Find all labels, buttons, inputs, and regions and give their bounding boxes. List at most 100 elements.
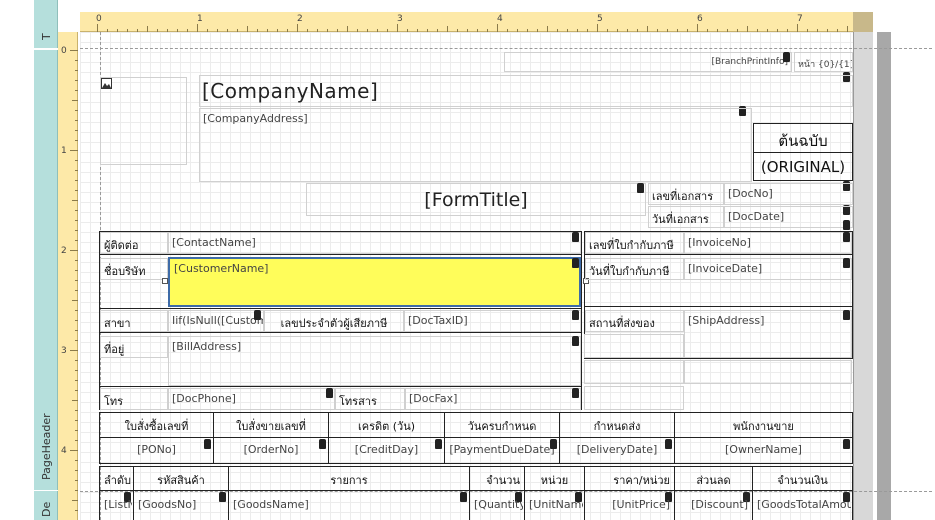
item-header-price[interactable]: ราคา/หน่วย — [585, 467, 674, 490]
invoice-date-field[interactable]: [InvoiceDate] — [684, 258, 852, 280]
smart-tag-icon[interactable] — [326, 388, 333, 398]
order-header-credit[interactable]: เครดิต (วัน) — [329, 413, 444, 437]
fax-label[interactable]: โทรสาร — [335, 388, 405, 410]
item-header-desc[interactable]: รายการ — [229, 467, 469, 490]
address-label[interactable]: ที่อยู่ — [100, 336, 168, 358]
smart-tag-icon[interactable] — [843, 220, 850, 230]
invoice-date-label[interactable]: วันที่ใบกำกับภาษี — [585, 258, 684, 280]
branch-expression-field[interactable]: Iif(IsNull([CustomerBranch — [168, 310, 264, 332]
order-header-owner[interactable]: พนักงานขาย — [675, 413, 852, 437]
empty-cell[interactable] — [584, 386, 684, 410]
ruler-tick — [72, 500, 78, 501]
ruler-tick — [497, 24, 498, 32]
ship-address-field[interactable]: [ShipAddress] — [684, 310, 852, 358]
item-header-no[interactable]: ลำดับ — [100, 467, 133, 490]
smart-tag-icon[interactable] — [843, 310, 850, 320]
ruler-tick — [737, 29, 738, 32]
smart-tag-icon[interactable] — [572, 388, 579, 398]
smart-tag-icon[interactable] — [572, 232, 579, 242]
smart-tag-icon[interactable] — [783, 52, 790, 62]
list-no-field[interactable]: [ListNo] — [100, 494, 133, 518]
discount-field[interactable]: [Discount] — [675, 494, 752, 518]
smart-tag-icon[interactable] — [254, 310, 261, 320]
order-header-due[interactable]: วันครบกำหนด — [445, 413, 559, 437]
smart-tag-icon[interactable] — [843, 232, 850, 242]
goods-name-field[interactable]: [GoodsName] — [229, 494, 459, 518]
goods-no-field[interactable]: [GoodsNo] — [134, 494, 219, 518]
title-band-strip[interactable]: T — [34, 0, 58, 48]
taxid-field[interactable]: [DocTaxID] — [404, 310, 581, 332]
bill-address-field[interactable]: [BillAddress] — [168, 336, 581, 386]
smart-tag-icon[interactable] — [572, 336, 579, 346]
unit-name-field[interactable]: [UnitName] — [525, 494, 584, 518]
empty-cell[interactable] — [584, 360, 684, 384]
smart-tag-icon[interactable] — [460, 492, 467, 502]
doc-date-field[interactable]: [DocDate] — [724, 206, 853, 228]
smart-tag-icon[interactable] — [435, 439, 442, 449]
form-title-field[interactable]: [FormTitle] — [306, 183, 646, 216]
smart-tag-icon[interactable] — [843, 439, 850, 449]
ruler-tick — [347, 26, 348, 32]
ruler-tick — [797, 24, 798, 32]
smart-tag-icon[interactable] — [204, 439, 211, 449]
contact-name-field[interactable]: [ContactName] — [168, 232, 581, 254]
smart-tag-icon[interactable] — [550, 439, 557, 449]
empty-cell[interactable] — [584, 334, 684, 358]
delivery-date-field[interactable]: [DeliveryDate] — [560, 439, 674, 463]
goods-total-amount-field[interactable]: [GoodsTotalAmount] — [753, 494, 852, 518]
ruler-tick — [477, 29, 478, 32]
order-header-po[interactable]: ใบสั่งซื้อเลขที่ — [100, 413, 213, 437]
item-header-amount[interactable]: จำนวนเงิน — [753, 467, 852, 490]
invoice-no-field[interactable]: [InvoiceNo] — [684, 232, 852, 254]
resize-handle[interactable] — [162, 278, 168, 284]
company-address-field[interactable]: [CompanyAddress] — [199, 108, 752, 182]
band-separator — [80, 48, 932, 49]
doc-no-label[interactable]: เลขที่เอกสาร — [648, 183, 724, 205]
po-no-field[interactable]: [PONo] — [100, 439, 213, 463]
payment-due-date-field[interactable]: [PaymentDueDate] — [445, 439, 559, 463]
invoice-no-label[interactable]: เลขที่ใบกำกับภาษี — [585, 232, 684, 254]
order-no-field[interactable]: [OrderNo] — [214, 439, 328, 463]
smart-tag-icon[interactable] — [219, 492, 226, 502]
smart-tag-icon[interactable] — [843, 258, 850, 268]
phone-label[interactable]: โทร — [100, 388, 168, 410]
smart-tag-icon[interactable] — [572, 258, 579, 268]
item-header-code[interactable]: รหัสสินค้า — [134, 467, 228, 490]
doc-date-label[interactable]: วันที่เอกสาร — [648, 206, 724, 228]
unit-price-field[interactable]: [UnitPrice] — [585, 494, 674, 518]
page-header-band-strip[interactable]: PageHeader — [34, 50, 58, 490]
empty-cell[interactable] — [684, 360, 852, 384]
contact-label[interactable]: ผู้ติดต่อ — [100, 232, 168, 254]
item-header-unit[interactable]: หน่วย — [525, 467, 584, 490]
ruler-tick — [657, 29, 658, 32]
smart-tag-icon[interactable] — [319, 439, 326, 449]
ruler-tick — [70, 450, 78, 451]
order-header-delivery[interactable]: กำหนดส่ง — [560, 413, 674, 437]
smart-tag-icon[interactable] — [637, 183, 644, 193]
detail-band-strip[interactable]: De — [34, 491, 58, 520]
smart-tag-icon[interactable] — [572, 310, 579, 320]
logo-picture-box[interactable] — [100, 77, 187, 165]
owner-name-field[interactable]: [OwnerName] — [675, 439, 852, 463]
branch-print-info-field[interactable]: [BranchPrintInfo] — [504, 52, 792, 72]
branch-label[interactable]: สาขา — [100, 310, 168, 332]
order-header-order[interactable]: ใบสั่งขายเลขที่ — [214, 413, 328, 437]
item-header-qty[interactable]: จำนวน — [470, 467, 524, 490]
ruler-tick — [587, 29, 588, 32]
page-info-field[interactable]: หน้า {0}/{1} — [794, 52, 853, 72]
doc-phone-field[interactable]: [DocPhone] — [168, 388, 335, 410]
company-label[interactable]: ชื่อบริษัท — [100, 258, 168, 280]
doc-fax-field[interactable]: [DocFax] — [405, 388, 581, 410]
customer-name-text[interactable]: [CustomerName] — [170, 258, 570, 280]
original-thai-label[interactable]: ต้นฉบับ — [754, 124, 852, 152]
doc-no-field[interactable]: [DocNo] — [724, 183, 853, 205]
quantity-field[interactable]: [Quantity] — [470, 494, 524, 518]
original-english-label[interactable]: (ORIGINAL) — [754, 153, 852, 180]
ship-address-label[interactable]: สถานที่ส่งของ — [585, 310, 684, 332]
taxid-label[interactable]: เลขประจำตัวผู้เสียภาษี — [264, 310, 404, 332]
credit-day-field[interactable]: [CreditDay] — [329, 439, 444, 463]
company-name-field[interactable]: [CompanyName] — [199, 75, 853, 107]
smart-tag-icon[interactable] — [665, 439, 672, 449]
ruler-tick — [717, 29, 718, 32]
item-header-discount[interactable]: ส่วนลด — [675, 467, 752, 490]
